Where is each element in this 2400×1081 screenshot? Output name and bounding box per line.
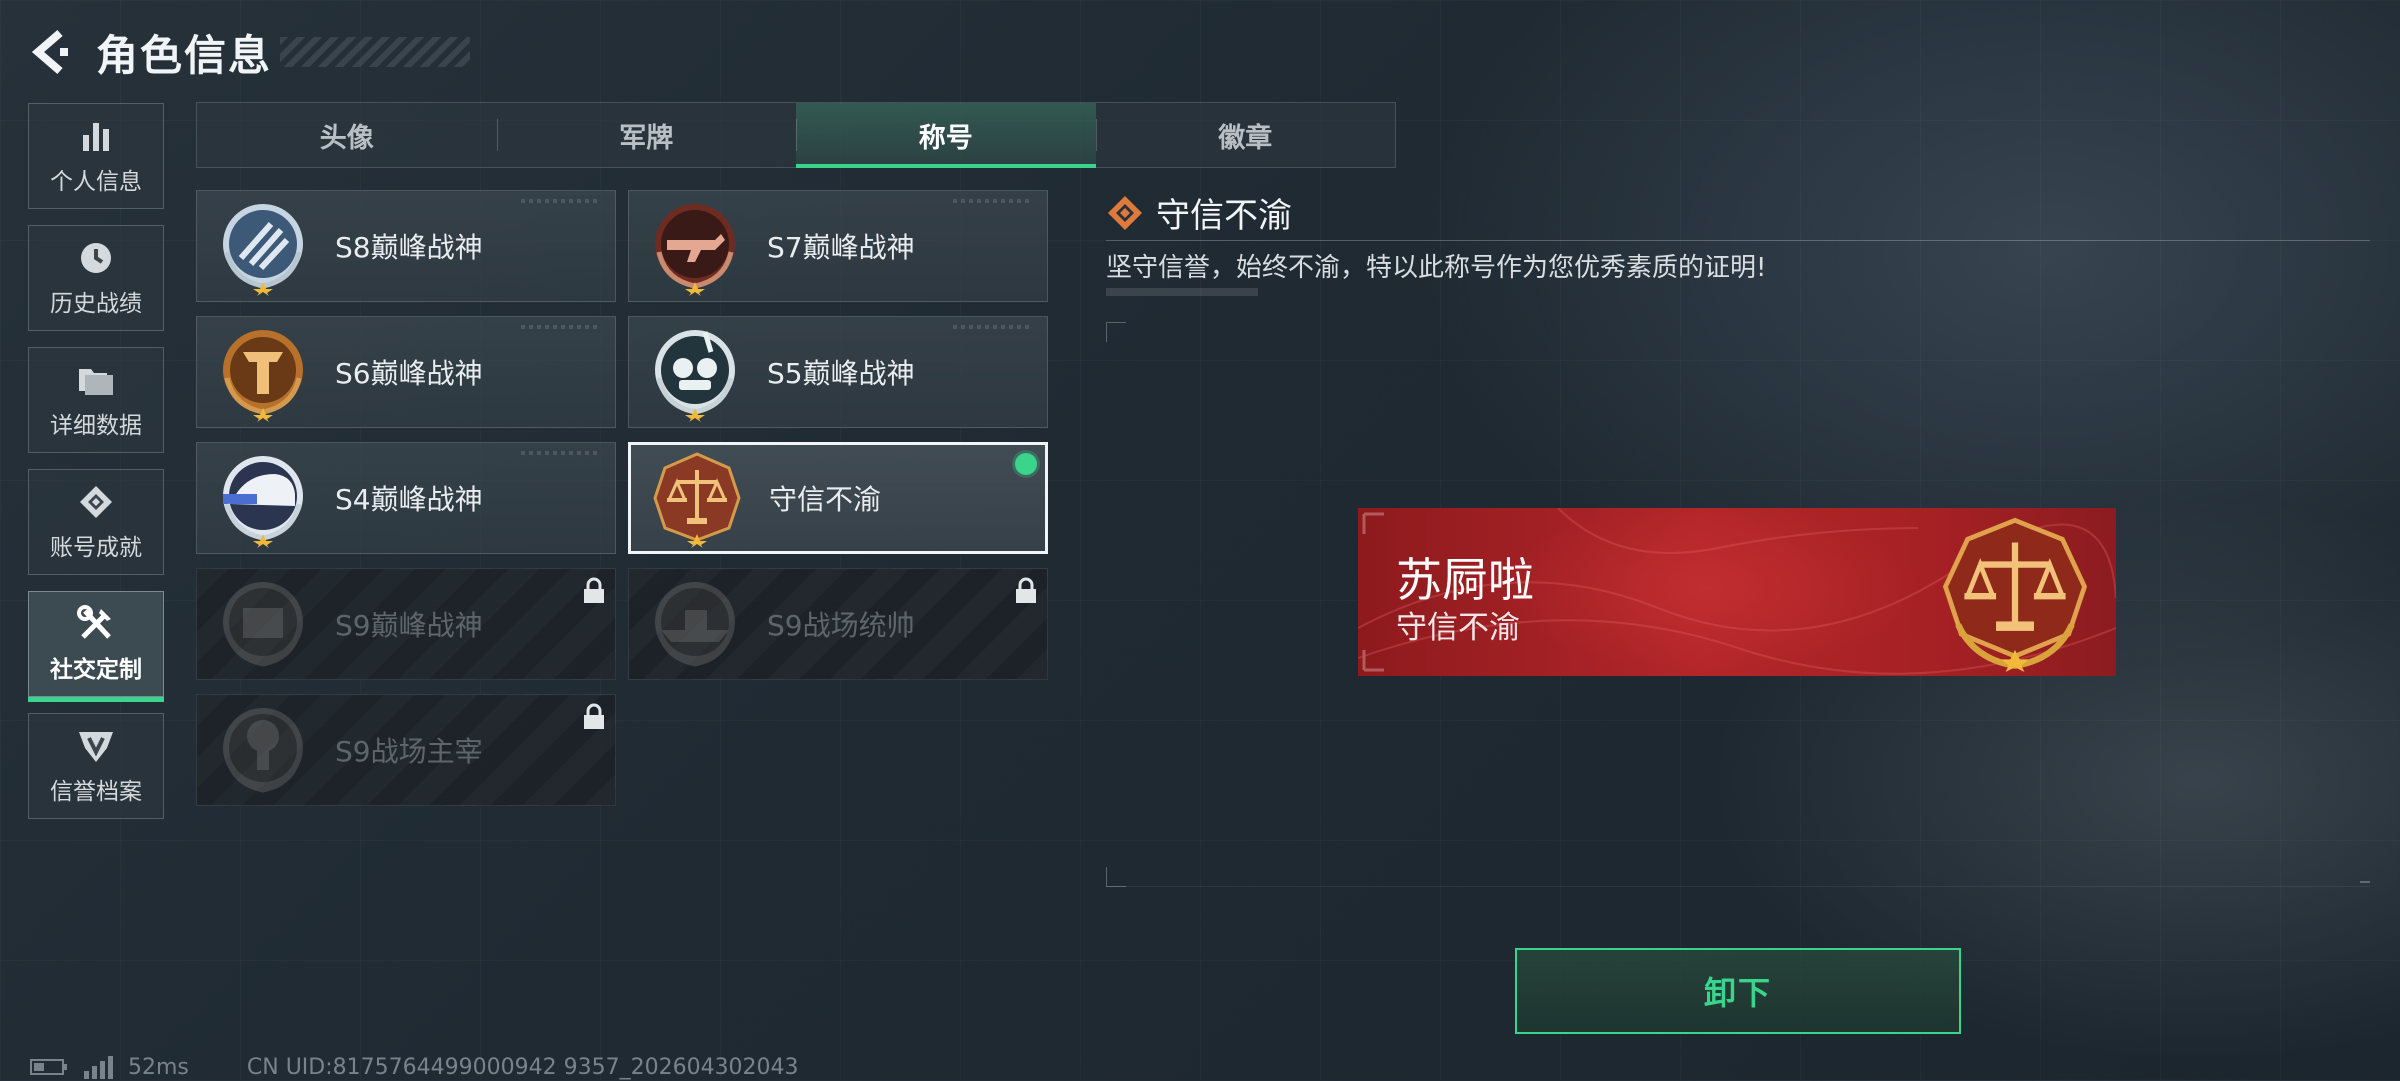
title-name: S9战场主宰 bbox=[335, 735, 483, 768]
title-name: S8巅峰战神 bbox=[335, 231, 483, 264]
back-arrow-icon[interactable] bbox=[28, 27, 72, 77]
title-card-s9-dominator[interactable]: S9战场主宰 bbox=[196, 694, 616, 806]
title-card-s7[interactable]: S7巅峰战神 bbox=[628, 190, 1048, 302]
s7-badge-icon bbox=[655, 204, 735, 296]
lock-icon bbox=[584, 703, 604, 729]
unequip-button-label: 卸下 bbox=[1703, 974, 1772, 1012]
detail-header: 守信不渝 bbox=[1106, 188, 1292, 237]
sidebar-item-label: 信誉档案 bbox=[50, 779, 142, 805]
s9-dominator-badge-icon bbox=[223, 708, 303, 793]
s9-peak-badge-icon bbox=[223, 582, 303, 667]
battery-icon bbox=[30, 1059, 67, 1075]
nameplate-title: 守信不渝 bbox=[1396, 610, 1520, 646]
title-card-s9-peak[interactable]: S9巅峰战神 bbox=[196, 568, 616, 680]
sidebar-item-personal-info[interactable]: 个人信息 bbox=[28, 103, 164, 209]
nameplate-preview: 苏屙啦 守信不渝 bbox=[1358, 508, 2116, 676]
title-card-s6[interactable]: S6巅峰战神 bbox=[196, 316, 616, 428]
card-decoration bbox=[953, 199, 1033, 203]
folder-icon bbox=[76, 360, 116, 400]
title-decoration bbox=[280, 37, 471, 67]
sidebar-item-label: 账号成就 bbox=[50, 535, 142, 561]
sidebar-item-label: 历史战绩 bbox=[50, 291, 142, 317]
detail-title: 守信不渝 bbox=[1156, 196, 1292, 236]
sidebar-item-social-custom[interactable]: 社交定制 bbox=[28, 591, 164, 702]
sidebar-item-history[interactable]: 历史战绩 bbox=[28, 225, 164, 331]
tools-icon bbox=[76, 604, 116, 644]
shield-icon bbox=[76, 726, 116, 766]
clock-icon bbox=[76, 238, 116, 278]
tab-avatar[interactable]: 头像 bbox=[197, 103, 497, 167]
nameplate-player-name: 苏屙啦 bbox=[1396, 553, 1534, 607]
sidebar-item-achievements[interactable]: 账号成就 bbox=[28, 469, 164, 575]
tab-dog-tag[interactable]: 军牌 bbox=[496, 103, 797, 167]
card-decoration bbox=[521, 325, 601, 329]
title-card-s9-commander[interactable]: S9战场统帅 bbox=[628, 568, 1048, 680]
lock-icon bbox=[1016, 577, 1036, 603]
title-name: S9战场统帅 bbox=[767, 609, 915, 642]
title-card-s8[interactable]: S8巅峰战神 bbox=[196, 190, 616, 302]
title-card-s4[interactable]: S4巅峰战神 bbox=[196, 442, 616, 554]
detail-tag-decoration bbox=[1106, 288, 1258, 296]
s8-badge-icon bbox=[223, 204, 303, 296]
header: 角色信息 bbox=[28, 22, 471, 82]
title-card-s5[interactable]: S5巅峰战神 bbox=[628, 316, 1048, 428]
page-title: 角色信息 bbox=[96, 30, 273, 80]
title-name: S5巅峰战神 bbox=[767, 357, 915, 390]
equipped-indicator bbox=[1015, 453, 1037, 475]
tab-badge[interactable]: 徽章 bbox=[1095, 103, 1396, 167]
title-card-keep-faith[interactable]: 守信不渝 bbox=[628, 442, 1048, 554]
s6-badge-icon bbox=[223, 330, 303, 422]
sidebar-item-reputation[interactable]: 信誉档案 bbox=[28, 713, 164, 819]
sidebar: 个人信息 历史战绩 详细数据 账号成就 社交定制 信誉档案 bbox=[28, 103, 166, 835]
card-decoration bbox=[953, 325, 1033, 329]
s5-badge-icon bbox=[655, 330, 735, 422]
lock-icon bbox=[584, 577, 604, 603]
scales-badge-icon bbox=[653, 452, 741, 548]
title-name: S9巅峰战神 bbox=[335, 609, 483, 642]
title-name: 守信不渝 bbox=[769, 483, 882, 516]
card-decoration bbox=[521, 199, 601, 203]
s9-commander-badge-icon bbox=[655, 582, 735, 667]
scales-emblem-icon bbox=[1942, 517, 2088, 672]
title-name: S7巅峰战神 bbox=[767, 231, 915, 264]
latency-readout: 52ms bbox=[128, 1054, 189, 1080]
user-uid: CN UID:8175764499000942 9357_20260430204… bbox=[246, 1054, 799, 1080]
category-tabs: 头像 军牌 称号 徽章 bbox=[196, 102, 1396, 168]
title-name: S6巅峰战神 bbox=[335, 357, 483, 390]
signal-icon bbox=[84, 1056, 113, 1079]
diamond-icon bbox=[1108, 195, 1142, 230]
card-decoration bbox=[521, 451, 601, 455]
bar-chart-icon bbox=[76, 116, 116, 156]
s4-badge-icon bbox=[223, 456, 303, 548]
divider bbox=[1106, 240, 2370, 241]
sidebar-item-details[interactable]: 详细数据 bbox=[28, 347, 164, 453]
sidebar-item-label: 社交定制 bbox=[50, 657, 142, 683]
status-bar: 52ms CN UID:8175764499000942 9357_202604… bbox=[30, 1053, 799, 1081]
detail-description: 坚守信誉，始终不渝，特以此称号作为您优秀素质的证明! bbox=[1106, 253, 1767, 283]
achievement-icon bbox=[76, 482, 116, 522]
unequip-button[interactable]: 卸下 bbox=[1515, 948, 1961, 1034]
title-name: S4巅峰战神 bbox=[335, 483, 483, 516]
sidebar-item-label: 个人信息 bbox=[50, 169, 142, 195]
sidebar-item-label: 详细数据 bbox=[50, 413, 142, 439]
tab-title[interactable]: 称号 bbox=[796, 103, 1096, 168]
